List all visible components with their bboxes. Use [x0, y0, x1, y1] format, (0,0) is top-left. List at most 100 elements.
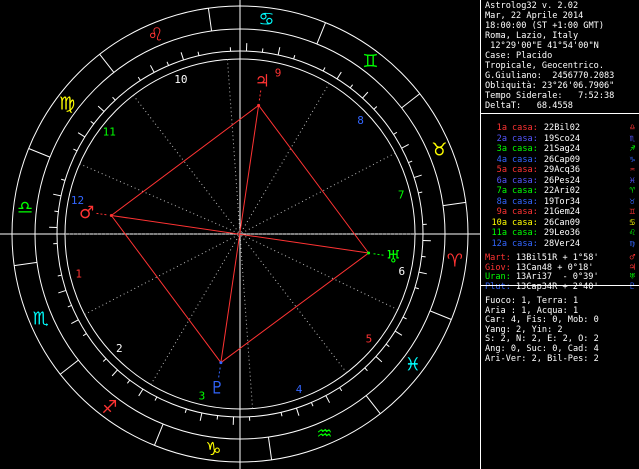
planet-row: Plut: 13Cap34R + 2°40' [485, 282, 599, 292]
sign-glyph-icon: ♊ [629, 207, 635, 217]
sign-divider [59, 359, 79, 375]
sign-glyph-icon: ♎ [629, 123, 635, 133]
house-cusp-label: casa: [512, 228, 538, 238]
uranus-planet-marker [367, 251, 371, 255]
pluto-planet-marker [219, 361, 223, 365]
sign-glyph-icon: ♐ [629, 144, 635, 154]
sign-divider [429, 310, 452, 320]
planet-position: 13Can48 + 0°18' [515, 262, 594, 273]
house-cusp-row: 8a casa: 19Tor34 [485, 196, 581, 207]
mars-planet-pointer [94, 212, 107, 216]
sign-glyph-icon: ♏ [629, 133, 635, 144]
house-cusp-line [240, 83, 330, 233]
aspect-square-line [110, 215, 222, 363]
house-cusp-row: 1a casa: 22Bil02 [485, 123, 581, 133]
sign-divider [207, 8, 213, 32]
obliquity: Obliquità: 23°26'06.7906" [485, 81, 615, 91]
house-cusp-row: 7a casa: 22Ari02 [485, 186, 580, 196]
degree-tick [325, 395, 331, 403]
aquarius-sign-icon: ♒ [316, 423, 332, 444]
sign-glyph-icon: ♋ [629, 217, 635, 228]
degree-tick [154, 396, 158, 401]
degree-tick [349, 84, 354, 89]
house-cusp-number: 5a [496, 165, 507, 175]
planet-name: Mart: [485, 253, 511, 263]
jupiter-planet-marker [257, 103, 261, 107]
degree-tick [322, 67, 326, 72]
gemini-sign-icon: ♊ [362, 51, 378, 72]
sign-divider [14, 261, 38, 267]
sidereal-time: Tempo Siderale: 7:52:38 [485, 91, 615, 101]
degree-tick [111, 369, 118, 377]
mars-planet-marker [109, 214, 113, 218]
degree-tick [126, 379, 131, 384]
degree-tick [82, 333, 87, 337]
house-cusp-number: 1a [496, 123, 507, 133]
house-cusp-row: 6a casa: 26Pes24 [485, 175, 580, 186]
house-cusp-value: 26Cap09 [543, 154, 581, 165]
planet-name: Giov: [485, 262, 511, 273]
house-cusp-number: 8a [496, 196, 507, 207]
degree-tick [393, 131, 398, 135]
house-cusp-value: 22Bil02 [543, 123, 581, 133]
degree-tick [184, 408, 187, 413]
scorpio-sign-icon: ♏ [33, 308, 49, 329]
aspect-square-line [220, 252, 369, 363]
degree-tick [97, 105, 105, 112]
degree-tick [71, 319, 79, 325]
house-cusp-value: 21Sag24 [543, 144, 581, 154]
zodiac-type: Tropicale, Geocentrico. [485, 61, 604, 71]
house-cusp-row: 11a casa: 29Leo36 [485, 228, 580, 238]
house-cusp-label: casa: [512, 217, 538, 228]
sign-divider [401, 93, 421, 109]
house-cusp-value: 19Tor34 [543, 196, 581, 207]
house-number-7: 7 [398, 188, 405, 201]
planet-name: Uran: [485, 272, 511, 282]
sign-glyph-icon: ♈ [629, 186, 635, 196]
cancer-sign-icon: ♋ [258, 9, 274, 30]
planet-glyph-icon: ♂ [629, 253, 635, 263]
house-cusp-line [239, 235, 254, 409]
house-cusp-label: casa: [512, 238, 538, 249]
uranus-planet-icon: ♅ [386, 248, 401, 268]
house-cusp-line [150, 235, 240, 385]
house-cusp-row: 4a casa: 26Cap09 [485, 154, 581, 165]
planet-position: 13Bil51R + 1°58' [515, 253, 599, 263]
degree-tick [364, 367, 368, 372]
house-cusp-value: 26Can09 [543, 217, 581, 228]
house-number-2: 2 [116, 342, 123, 355]
sign-divider [267, 436, 273, 460]
app-title: Astrolog32 v. 2.02 [485, 1, 579, 11]
house-cusp-number: 3a [496, 144, 507, 154]
house-cusp-number: 7a [496, 186, 507, 196]
degree-tick [295, 407, 300, 416]
degree-tick [73, 148, 78, 152]
sign-glyph-icon: ♓ [629, 175, 635, 186]
house-cusp-label: casa: [512, 165, 538, 175]
house-cusp-number: 4a [496, 154, 507, 165]
house-cusp-label: casa: [512, 144, 538, 154]
degree-tick [413, 174, 422, 179]
chart-date: Mar, 22 Aprile 2014 [485, 11, 584, 21]
capricorn-sign-icon: ♑ [205, 439, 221, 460]
degree-tick [336, 71, 342, 80]
degree-tick [180, 52, 185, 61]
house-cusp-number: 9a [496, 207, 507, 217]
virgo-sign-icon: ♍ [59, 94, 75, 115]
sagittarius-sign-icon: ♐ [102, 397, 118, 418]
degree-tick [375, 356, 383, 363]
degree-tick [339, 387, 343, 392]
degree-tick [408, 160, 413, 164]
sign-glyph-icon: ♍ [629, 238, 635, 249]
house-cusp-label: casa: [512, 196, 538, 207]
degree-tick [61, 178, 66, 181]
degree-tick [418, 271, 427, 275]
taurus-sign-icon: ♉ [431, 140, 447, 161]
house-number-3: 3 [199, 390, 206, 403]
pisces-sign-icon: ♓ [405, 354, 421, 375]
aries-sign-icon: ♈ [447, 250, 463, 271]
stats-row: Ang: 0, Suc: 0, Cad: 4 [485, 344, 599, 354]
house-cusp-number: 12a [491, 238, 507, 249]
house-cusp-number: 6a [496, 175, 507, 186]
sign-glyph-icon: ♑ [629, 154, 635, 165]
